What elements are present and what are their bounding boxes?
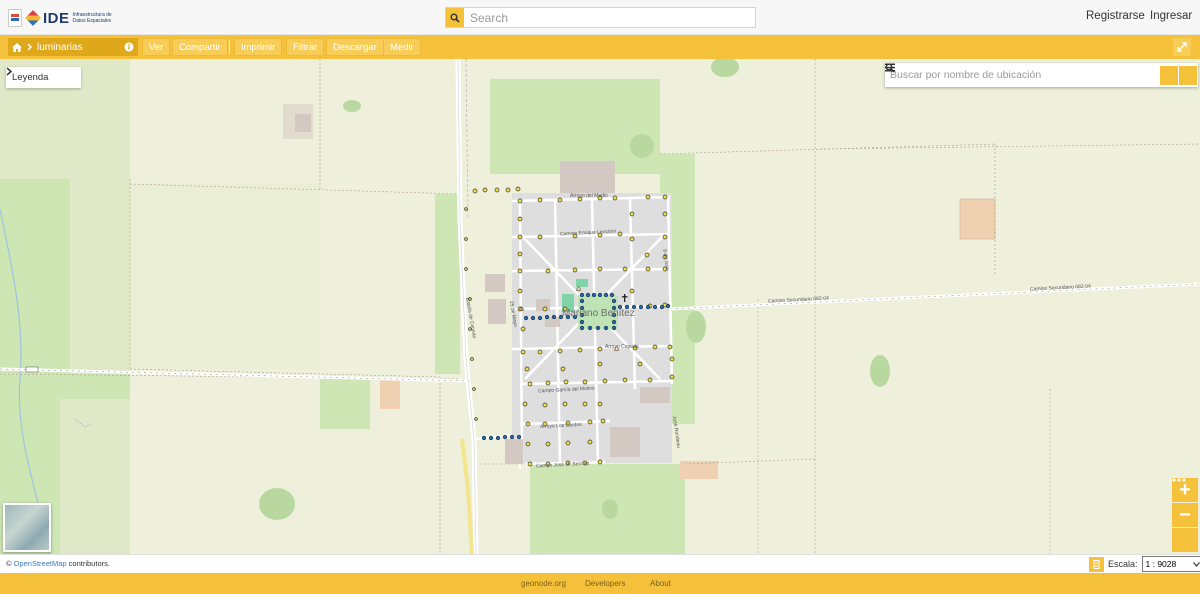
museum-icon: ⌂ xyxy=(519,304,524,313)
fullscreen-button[interactable] xyxy=(1173,38,1191,56)
map-viewport[interactable]: ⌂ ⌂ ⌂ ✝ Camino Secundario 082-04 Camino … xyxy=(0,59,1200,554)
logo-text: IDE xyxy=(43,9,70,27)
footer-link-developers[interactable]: Developers xyxy=(585,579,625,588)
location-menu-button[interactable] xyxy=(885,63,1197,85)
more-icon xyxy=(1172,478,1186,482)
street-label: Arroyo del Medio xyxy=(570,193,608,199)
institution-logo-icon xyxy=(8,9,22,27)
attribution-prefix: © xyxy=(6,559,12,568)
toolbar-divider xyxy=(229,40,230,54)
register-link[interactable]: Registrarse xyxy=(1086,10,1145,22)
town-label: Mariano Benítez xyxy=(562,308,635,319)
login-link[interactable]: Ingresar xyxy=(1150,10,1192,22)
footer-link-geonode[interactable]: geonode.org xyxy=(521,579,566,588)
share-button[interactable]: Compartir xyxy=(172,38,228,56)
chevron-right-icon xyxy=(6,67,12,76)
zoom-out-button[interactable]: − xyxy=(1172,503,1198,527)
download-button[interactable]: Descargar xyxy=(326,38,384,56)
location-search-button[interactable] xyxy=(885,63,1178,85)
home-icon[interactable] xyxy=(12,42,22,52)
ide-logo[interactable]: IDE Infraestructura de Datos Espaciales xyxy=(8,7,125,29)
logo-subtitle: Infraestructura de Datos Espaciales xyxy=(72,12,112,24)
scale-value: 1 : 9028 xyxy=(1145,559,1177,569)
street-label: Arroyo Cepeda xyxy=(605,344,639,350)
expand-icon xyxy=(1177,42,1187,52)
scale-toggle-button[interactable] xyxy=(1089,556,1104,572)
osm-link[interactable]: OpenStreetMap xyxy=(14,559,67,568)
print-button[interactable]: Imprimir xyxy=(234,38,283,56)
location-search xyxy=(885,63,1198,87)
chevron-right-icon xyxy=(27,43,32,51)
info-icon[interactable] xyxy=(124,42,134,52)
scale-select[interactable]: 1 : 9028 xyxy=(1141,556,1200,572)
menu-icon xyxy=(885,63,895,72)
location-search-input[interactable] xyxy=(885,64,1160,86)
ide-logo-mark: IDE Infraestructura de Datos Espaciales xyxy=(25,9,125,27)
filter-button[interactable]: Filtrar xyxy=(286,38,325,56)
page-footer: geonode.org Developers About xyxy=(0,573,1200,594)
search-button[interactable] xyxy=(446,8,464,27)
legend-toggle[interactable]: Leyenda xyxy=(6,67,81,88)
basemap-switcher[interactable] xyxy=(3,503,51,552)
ide-cube-icon xyxy=(25,10,41,26)
scale-control: Escala: 1 : 9028 xyxy=(1089,556,1200,572)
view-button[interactable]: Ver xyxy=(142,38,171,56)
map-attribution: © OpenStreetMap contributors. xyxy=(6,559,110,568)
map-status-bar: © OpenStreetMap contributors. Escala: 1 … xyxy=(0,554,1200,573)
global-search xyxy=(445,7,756,28)
search-icon xyxy=(450,13,460,23)
legend-label: Leyenda xyxy=(12,72,49,83)
measure-button[interactable]: Medir xyxy=(383,38,421,56)
scale-label: Escala: xyxy=(1108,559,1138,569)
footer-link-about[interactable]: About xyxy=(650,579,671,588)
basemap: ⌂ ⌂ ⌂ ✝ xyxy=(0,59,1200,554)
scale-icon xyxy=(1093,559,1100,569)
attribution-suffix: contributors. xyxy=(68,559,110,568)
layer-name: luminarias xyxy=(37,41,83,53)
zoom-controls: + − xyxy=(1172,478,1198,552)
more-options-button[interactable] xyxy=(1172,478,1198,552)
hall-icon: ⌂ xyxy=(576,284,581,293)
search-input[interactable] xyxy=(464,8,755,27)
chevron-down-icon xyxy=(1192,561,1200,567)
layer-toolbar: luminarias Ver Compartir Imprimir Filtra… xyxy=(0,35,1200,59)
layer-breadcrumb: luminarias xyxy=(8,38,138,56)
top-header: IDE Infraestructura de Datos Espaciales … xyxy=(0,0,1200,35)
church-icon: ✝ xyxy=(620,292,629,305)
